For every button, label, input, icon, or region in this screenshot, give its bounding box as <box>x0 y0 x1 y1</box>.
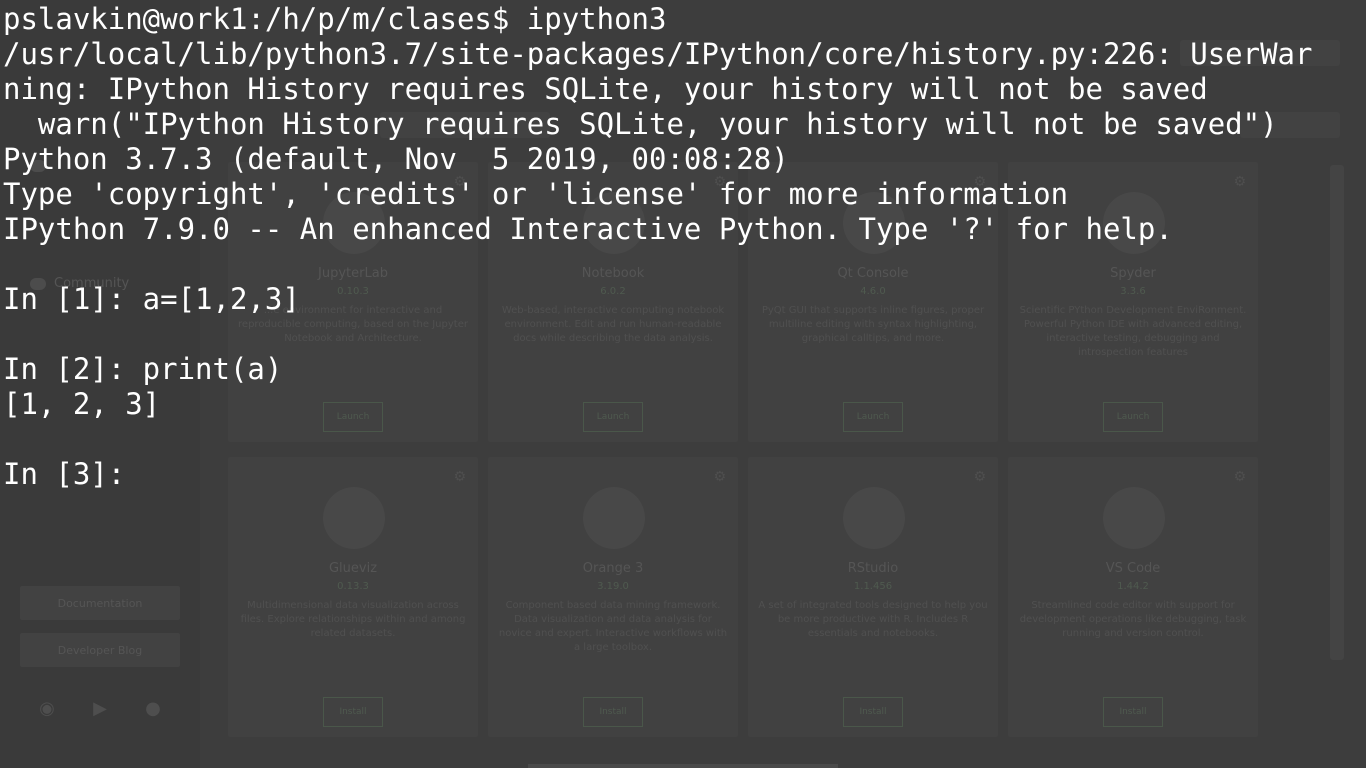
terminal-line-output: [1, 2, 3] <box>3 387 161 421</box>
terminal-line-banner: IPython 7.9.0 -- An enhanced Interactive… <box>3 212 1173 246</box>
terminal-line-input: In [1]: a=[1,2,3] <box>3 282 300 316</box>
terminal-line-warning: ning: IPython History requires SQLite, y… <box>3 72 1208 106</box>
terminal-line-warning: /usr/local/lib/python3.7/site-packages/I… <box>3 37 1313 71</box>
terminal-line-prompt: pslavkin@work1:/h/p/m/clases$ ipython3 <box>3 2 667 36</box>
terminal-window[interactable]: pslavkin@work1:/h/p/m/clases$ ipython3 /… <box>0 0 1366 768</box>
terminal-line-banner: Python 3.7.3 (default, Nov 5 2019, 00:08… <box>3 142 789 176</box>
terminal-current-input[interactable]: In [3]: <box>3 457 1366 492</box>
terminal-line-banner: Type 'copyright', 'credits' or 'license'… <box>3 177 1069 211</box>
terminal-line-warning: warn("IPython History requires SQLite, y… <box>3 107 1278 141</box>
terminal-line-input: In [2]: print(a) <box>3 352 283 386</box>
